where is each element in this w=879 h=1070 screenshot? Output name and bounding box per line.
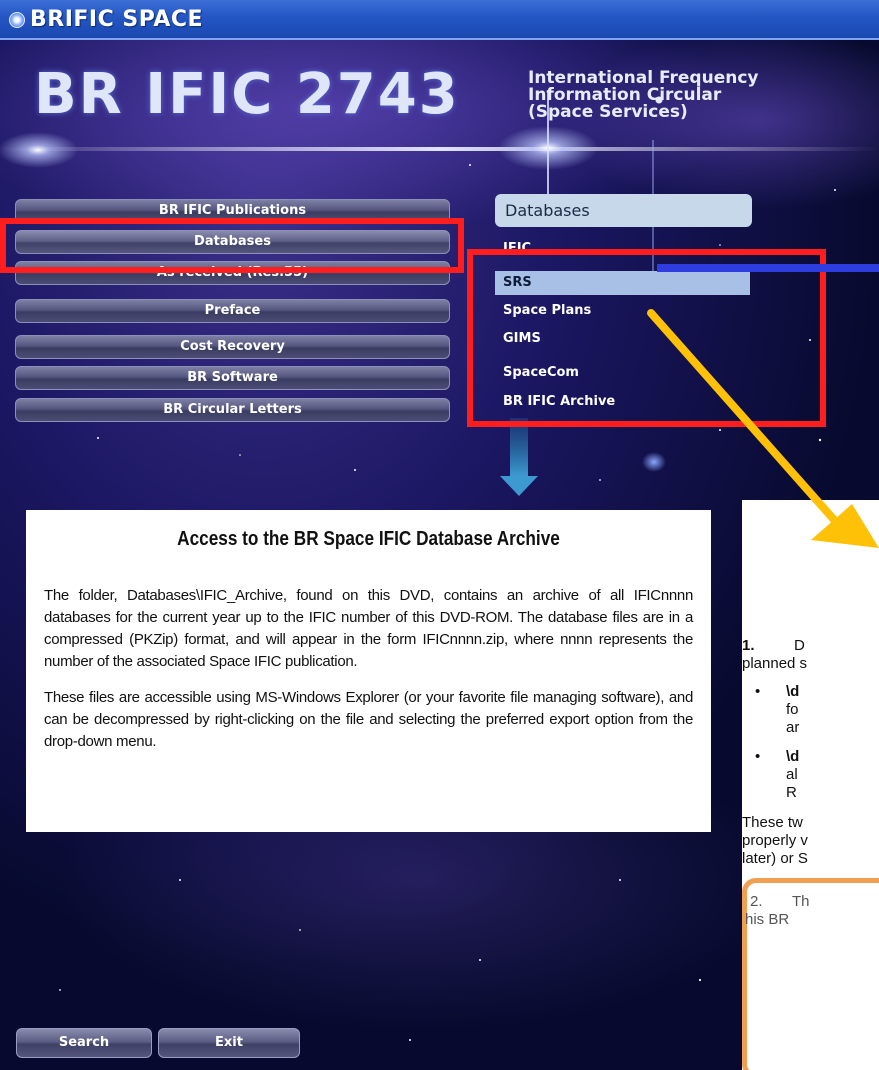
yellow-arrow-shaft: [647, 309, 840, 526]
exit-button[interactable]: Exit: [158, 1028, 300, 1058]
annotation-overlay: [647, 264, 879, 548]
blue-pointer-line: [657, 264, 879, 272]
search-button[interactable]: Search: [16, 1028, 152, 1058]
